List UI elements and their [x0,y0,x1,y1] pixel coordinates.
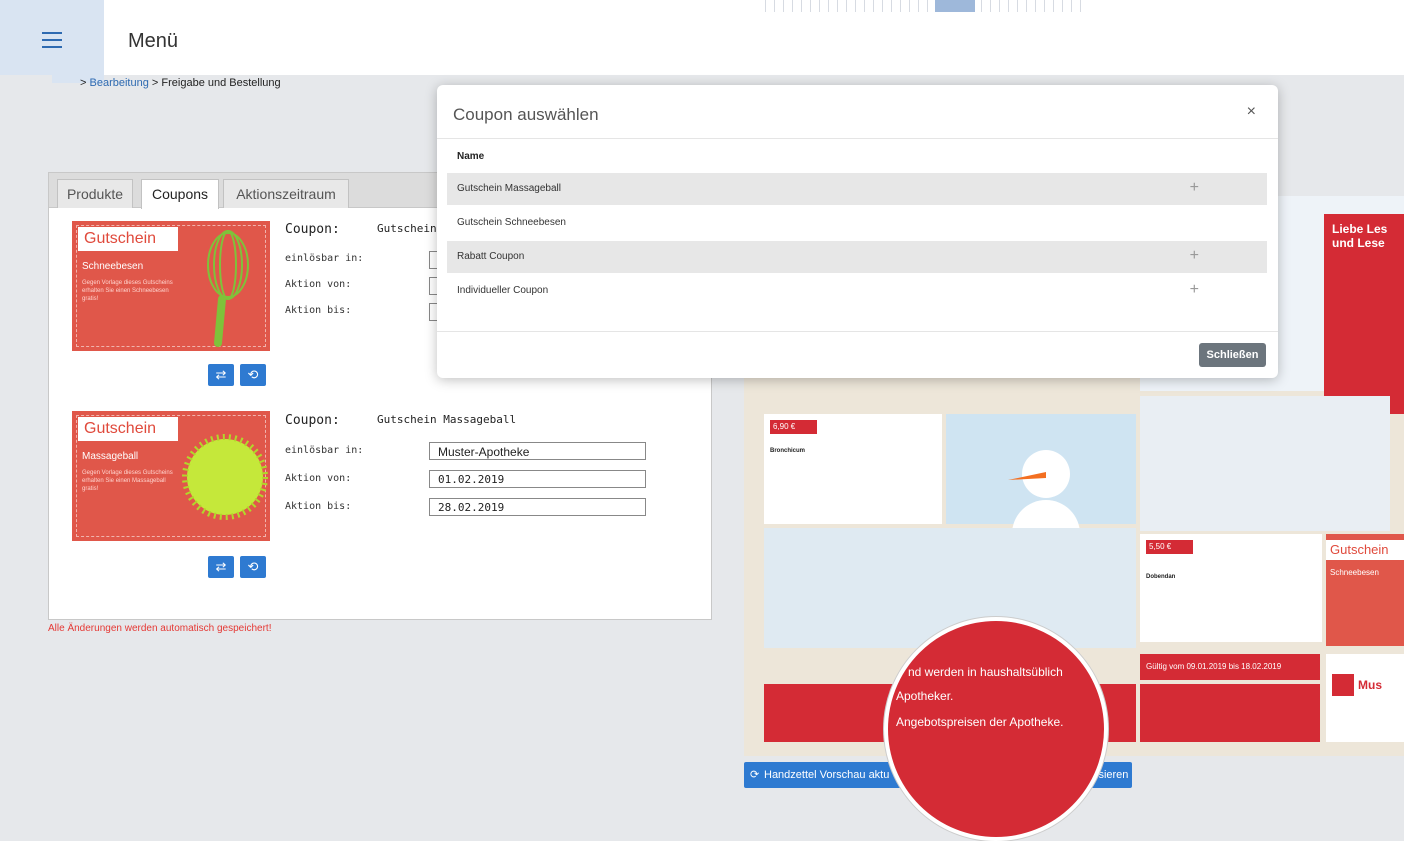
preview-brand: Mus [1358,678,1382,692]
magnifier-overlay: nd werden in haushaltsüblich Apotheker. … [884,617,1108,841]
preview-kids-tile [1140,396,1390,531]
top-bar: Menü [0,0,1404,75]
modal-divider [437,138,1278,139]
swap-icon: ⇄ [215,559,227,574]
preview-legal-box [1140,684,1320,742]
redeemable-input[interactable]: Muster-Apotheke [429,442,646,460]
preview-product-tile: 5,50 € Dobendan [1140,534,1322,642]
preview-product-tile: 6,90 € Bronchicum [764,414,942,524]
action-from-label: Aktion von: [285,279,352,290]
tab-aktionszeitraum[interactable]: Aktionszeitraum [223,179,349,208]
action-from-label: Aktion von: [285,473,352,484]
refresh-icon: ⟳ [750,769,760,781]
repeat-icon: ⟲ [247,559,259,574]
action-from-input[interactable]: 01.02.2019 [429,470,646,488]
decorative-bar [765,0,1085,12]
preview-product-name: Bronchicum [770,448,806,454]
breadcrumb-separator: > [80,77,87,89]
preview-button-label: Handzettel Vorschau aktu [764,769,890,781]
magnifier-line: Apotheker. [896,689,954,703]
coupon-row[interactable]: Gutschein Schneebesen [447,207,1267,239]
breadcrumb-current: Freigabe und Bestellung [161,77,281,89]
massageball-image [182,434,268,520]
magnifier-line: nd werden in haushaltsüblich [908,665,1063,679]
preview-coupon: Gutschein Schneebesen [1326,534,1404,646]
breadcrumb: > Bearbeitung > Freigabe und Bestellung [80,77,281,89]
coupon-row-name: Gutschein Schneebesen [457,217,566,228]
action-to-input[interactable]: 28.02.2019 [429,498,646,516]
coupon-row-name: Gutschein Massageball [457,183,561,194]
coupon-image-text: Gegen Vorlage dieses Gutscheins erhalten… [82,280,173,302]
coupon-row-name: Individueller Coupon [457,285,549,296]
coupon-select-modal: Coupon auswählen × Name Gutschein Massag… [437,85,1278,378]
preview-coupon-title: Gutschein [1326,540,1404,560]
swap-icon: ⇄ [215,367,227,382]
redeemable-label: einlösbar in: [285,445,364,456]
coupon-row[interactable]: Gutschein Massageball + [447,173,1267,205]
preview-price: 5,50 € [1146,540,1193,554]
preview-snowman-tile [946,414,1136,568]
replace-coupon-button[interactable]: ⟲ [240,556,266,578]
tab-produkte[interactable]: Produkte [57,179,133,208]
action-to-label: Aktion bis: [285,501,352,512]
repeat-icon: ⟲ [247,367,259,382]
coupon-row-name: Rabatt Coupon [457,251,525,262]
coupon-name: Gutschein Massageball [377,413,517,426]
hamburger-icon[interactable] [42,32,62,53]
swap-coupon-button[interactable]: ⇄ [208,364,234,386]
coupon-image-schneebesen: Gutschein Schneebesen Gegen Vorlage dies… [72,221,270,351]
tab-coupons[interactable]: Coupons [141,179,219,209]
preview-coupon-subtitle: Schneebesen [1330,568,1379,577]
modal-title: Coupon auswählen [453,105,599,124]
coupon-image-text: Gegen Vorlage dieses Gutscheins erhalten… [82,470,173,492]
column-header-name: Name [457,151,485,162]
coupon-image-subtitle: Schneebesen [82,261,144,272]
menu-label: Menü [128,30,179,52]
add-icon[interactable]: + [1190,247,1199,265]
coupon-name: Gutschein [377,222,437,235]
coupon-row[interactable]: Rabatt Coupon + [447,241,1267,273]
whisk-image [207,230,249,347]
preview-price: 6,90 € [770,420,817,434]
coupon-image-title: Gutschein [78,417,178,441]
add-icon[interactable]: + [1190,179,1199,197]
coupon-label: Coupon: [285,413,340,428]
coupon-row[interactable]: Individueller Coupon + [447,275,1267,307]
replace-coupon-button[interactable]: ⟲ [240,364,266,386]
swap-coupon-button[interactable]: ⇄ [208,556,234,578]
preview-validity: Gültig vom 09.01.2019 bis 18.02.2019 [1146,662,1282,671]
coupon-label: Coupon: [285,222,340,237]
autosave-note: Alle Änderungen werden automatisch gespe… [48,623,272,634]
action-to-label: Aktion bis: [285,305,352,316]
coupon-image-massageball: Gutschein Massageball Gegen Vorlage dies… [72,411,270,541]
close-icon[interactable]: × [1247,103,1256,121]
coupon-image-subtitle: Massageball [82,451,139,462]
preview-pharmacy-logo-tile: Mus [1326,654,1404,742]
pharmacy-a-logo [1332,674,1354,696]
magnifier-line: Angebotspreisen der Apotheke. [896,715,1064,729]
menu-button[interactable] [0,0,104,75]
add-icon[interactable]: + [1190,281,1199,299]
breadcrumb-separator: > [151,77,159,89]
preview-headline: Liebe Les und Lese [1332,222,1388,250]
preview-product-name: Dobendan [1146,574,1176,580]
close-button[interactable]: Schließen [1199,343,1266,367]
coupon-image-title: Gutschein [78,227,178,251]
breadcrumb-link-bearbeitung[interactable]: Bearbeitung [90,77,149,89]
redeemable-label: einlösbar in: [285,253,364,264]
modal-divider [437,331,1278,332]
preview-validity-box: Gültig vom 09.01.2019 bis 18.02.2019 [1140,654,1320,680]
preview-headline-box: Liebe Les und Lese [1324,214,1404,414]
